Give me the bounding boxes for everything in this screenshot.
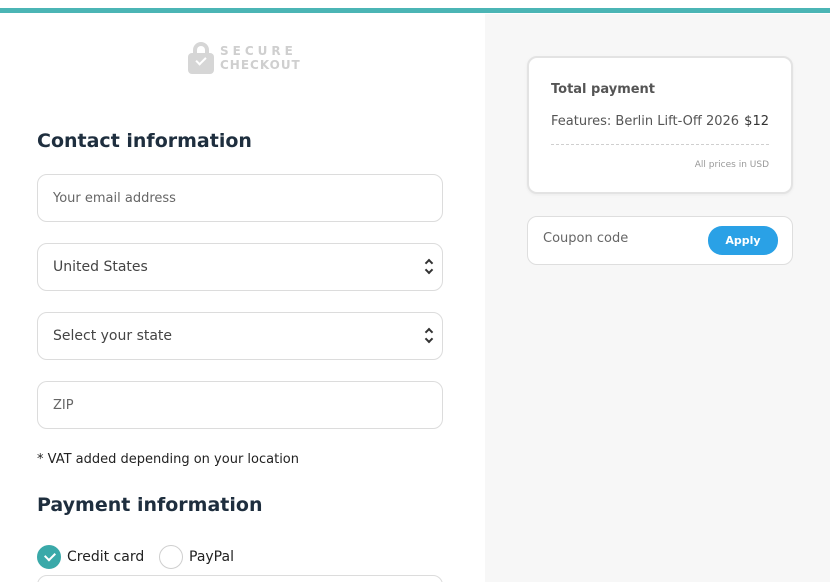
- payment-option-label: PayPal: [189, 549, 234, 565]
- contact-heading: Contact information: [37, 130, 252, 152]
- zip-input[interactable]: [53, 397, 442, 413]
- state-select[interactable]: Select your state: [37, 312, 443, 360]
- accent-stripe: [0, 8, 830, 13]
- payment-option-credit-card[interactable]: Credit card: [37, 545, 144, 569]
- total-payment-card: Total payment Features: Berlin Lift-Off …: [527, 56, 793, 194]
- coupon-input[interactable]: [543, 231, 703, 246]
- currency-note: All prices in USD: [694, 160, 769, 170]
- country-value: United States: [53, 259, 148, 275]
- select-arrows-icon: [424, 257, 434, 277]
- coupon-box: Apply: [527, 216, 793, 265]
- vat-note: * VAT added depending on your location: [37, 452, 299, 467]
- email-input[interactable]: [53, 190, 442, 206]
- state-value: Select your state: [53, 328, 173, 344]
- select-arrows-icon: [424, 326, 434, 346]
- top-accent-bar: [0, 0, 830, 14]
- summary-divider: [551, 144, 769, 145]
- line-item-label: Features: Berlin Lift-Off 2026: [551, 114, 740, 129]
- secure-label: SECURE: [220, 44, 297, 58]
- payment-option-paypal[interactable]: PayPal: [159, 545, 234, 569]
- zip-field[interactable]: [37, 381, 443, 429]
- country-select[interactable]: United States: [37, 243, 443, 291]
- payment-option-label: Credit card: [67, 549, 145, 565]
- card-number-field[interactable]: [37, 575, 443, 582]
- line-item-price: $12: [744, 114, 769, 129]
- radio-unchecked-icon[interactable]: [159, 545, 183, 569]
- radio-checked-icon[interactable]: [37, 545, 61, 569]
- payment-heading: Payment information: [37, 494, 263, 516]
- checkout-label: CHECKOUT: [220, 58, 301, 72]
- email-field[interactable]: [37, 174, 443, 222]
- secure-checkout-badge: SECURE CHECKOUT: [188, 42, 301, 74]
- summary-title: Total payment: [551, 82, 656, 97]
- apply-coupon-button[interactable]: Apply: [708, 226, 778, 255]
- secure-checkout-text: SECURE CHECKOUT: [220, 44, 301, 72]
- lock-icon: [188, 42, 214, 74]
